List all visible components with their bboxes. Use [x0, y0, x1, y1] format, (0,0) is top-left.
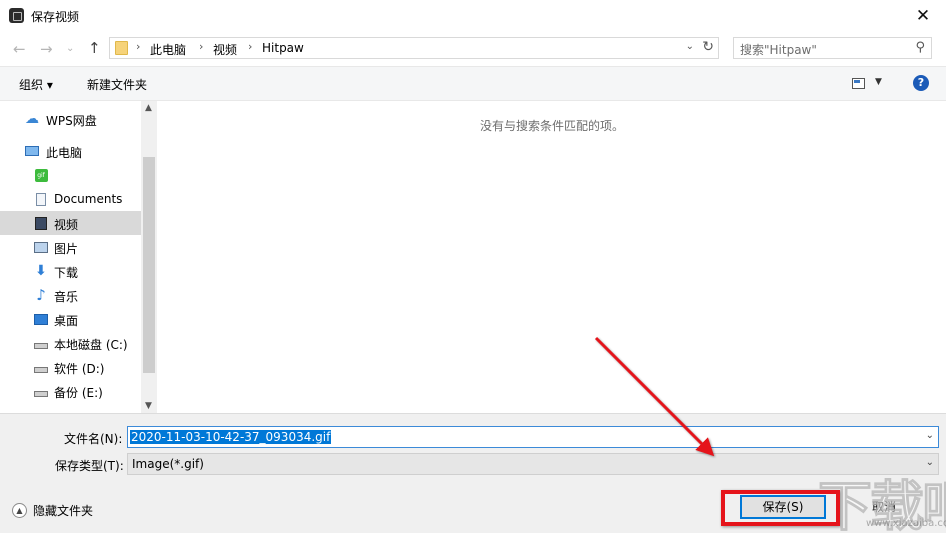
folder-icon — [115, 41, 128, 55]
sidebar-item-label: 本地磁盘 (C:) — [54, 338, 128, 352]
watermark-url: www.xiazaiba.com — [866, 518, 946, 529]
app-icon — [9, 8, 24, 23]
sidebar-item-label: 软件 (D:) — [54, 362, 105, 376]
search-icon[interactable]: ⚲ — [915, 40, 925, 55]
chevron-right-icon[interactable]: › — [248, 40, 252, 53]
sidebar-item-drive-e[interactable]: 备份 (E:) — [0, 379, 141, 403]
sidebar-item-label: 图片 — [54, 242, 79, 256]
back-arrow-icon[interactable]: ← — [13, 40, 26, 58]
drive-e-icon — [34, 384, 48, 398]
sidebar-item-label: WPS网盘 — [46, 114, 97, 128]
sidebar-item-drive-c[interactable]: 本地磁盘 (C:) — [0, 331, 141, 355]
search-input[interactable]: 搜索"Hitpaw" ⚲ — [733, 37, 932, 59]
forward-arrow-icon[interactable]: → — [40, 40, 53, 58]
chevron-down-icon[interactable]: ⌄ — [686, 41, 694, 52]
address-bar[interactable]: › 此电脑 › 视频 › Hitpaw ⌄ ↻ — [109, 37, 719, 59]
save-options-panel: 文件名(N): 2020-11-03-10-42-37_093034.gif ⌄… — [0, 413, 946, 533]
desktop-icon — [34, 312, 48, 326]
chevron-right-icon[interactable]: › — [199, 40, 203, 53]
computer-icon — [25, 144, 39, 158]
drive-d-icon — [34, 360, 48, 374]
sidebar-item-documents[interactable]: Documents — [0, 187, 141, 211]
up-arrow-icon[interactable]: ↑ — [88, 39, 101, 57]
sidebar-item-drive-d[interactable]: 软件 (D:) — [0, 355, 141, 379]
music-icon: ♪ — [36, 286, 46, 304]
organize-button[interactable]: 组织 ▾ — [19, 76, 53, 93]
sidebar-scrollbar[interactable]: ▲ ▼ — [141, 101, 157, 413]
pictures-icon — [34, 240, 48, 254]
chevron-down-icon[interactable]: ▼ — [875, 77, 882, 87]
cloud-icon: ☁ — [25, 111, 39, 127]
chevron-down-icon[interactable]: ▼ — [145, 401, 152, 411]
filetype-value: Image(*.gif) — [132, 457, 204, 471]
chevron-up-icon[interactable]: ▲ — [145, 103, 152, 113]
filetype-label: 保存类型(T): — [55, 459, 124, 473]
sidebar-item-label: 此电脑 — [46, 146, 83, 160]
hide-folders-label: 隐藏文件夹 — [33, 504, 94, 518]
sidebar-item-wps-cloud[interactable]: ☁ WPS网盘 — [0, 107, 141, 131]
navigation-pane: ☁ WPS网盘 此电脑 gif Documents 视频 图片 ⬇ 下载 ♪ 音… — [0, 101, 157, 413]
search-placeholder: 搜索"Hitpaw" — [740, 43, 817, 57]
save-button[interactable]: 保存(S) — [740, 495, 826, 519]
sidebar-item-label: 视频 — [54, 218, 79, 232]
sidebar-item-label: 桌面 — [54, 314, 79, 328]
filename-value[interactable]: 2020-11-03-10-42-37_093034.gif — [130, 430, 332, 444]
scroll-thumb[interactable] — [143, 157, 155, 373]
documents-icon — [34, 192, 48, 206]
file-list-area[interactable]: 没有与搜索条件匹配的项。 — [158, 101, 946, 413]
sidebar-item-this-pc[interactable]: 此电脑 — [0, 139, 141, 163]
empty-message: 没有与搜索条件匹配的项。 — [479, 119, 624, 133]
breadcrumb-hitpaw[interactable]: Hitpaw — [262, 41, 304, 55]
refresh-icon[interactable]: ↻ — [702, 39, 714, 55]
hide-folders-toggle[interactable]: ▲ 隐藏文件夹 — [12, 502, 93, 519]
sidebar-item-label: 音乐 — [54, 290, 79, 304]
sidebar-item-label: Documents — [54, 192, 123, 206]
sidebar-item-desktop[interactable]: 桌面 — [0, 307, 141, 331]
chevron-down-icon[interactable]: ⌄ — [926, 430, 934, 441]
breadcrumb-videos[interactable]: 视频 — [213, 41, 237, 58]
breadcrumb-this-pc[interactable]: 此电脑 — [150, 41, 186, 58]
sidebar-item-downloads[interactable]: ⬇ 下载 — [0, 259, 141, 283]
gif-folder-icon: gif — [34, 168, 48, 182]
sidebar-item-label: 备份 (E:) — [54, 386, 103, 400]
close-button[interactable]: ✕ — [900, 0, 946, 31]
title-bar: 保存视频 ✕ — [0, 0, 946, 31]
view-options-icon[interactable] — [852, 78, 865, 89]
toolbar: 组织 ▾ 新建文件夹 ▼ ? — [0, 66, 946, 101]
chevron-right-icon[interactable]: › — [136, 40, 140, 53]
window-title: 保存视频 — [31, 10, 80, 24]
new-folder-button[interactable]: 新建文件夹 — [87, 76, 147, 93]
filename-label: 文件名(N): — [64, 432, 123, 446]
sidebar-item-gif[interactable]: gif — [0, 163, 141, 187]
chevron-up-icon: ▲ — [12, 503, 27, 518]
sidebar-item-music[interactable]: ♪ 音乐 — [0, 283, 141, 307]
navigation-bar: ← → ⌄ ↑ › 此电脑 › 视频 › Hitpaw ⌄ ↻ 搜索"Hitpa… — [0, 31, 946, 66]
video-icon — [34, 216, 48, 230]
drive-c-icon — [34, 336, 48, 350]
recent-locations-icon[interactable]: ⌄ — [66, 43, 74, 54]
sidebar-item-pictures[interactable]: 图片 — [0, 235, 141, 259]
download-icon: ⬇ — [35, 263, 47, 279]
sidebar-item-label: 下载 — [54, 266, 79, 280]
sidebar-item-videos[interactable]: 视频 — [0, 211, 141, 235]
filename-field[interactable]: 2020-11-03-10-42-37_093034.gif ⌄ — [127, 426, 939, 448]
help-icon[interactable]: ? — [913, 75, 929, 91]
